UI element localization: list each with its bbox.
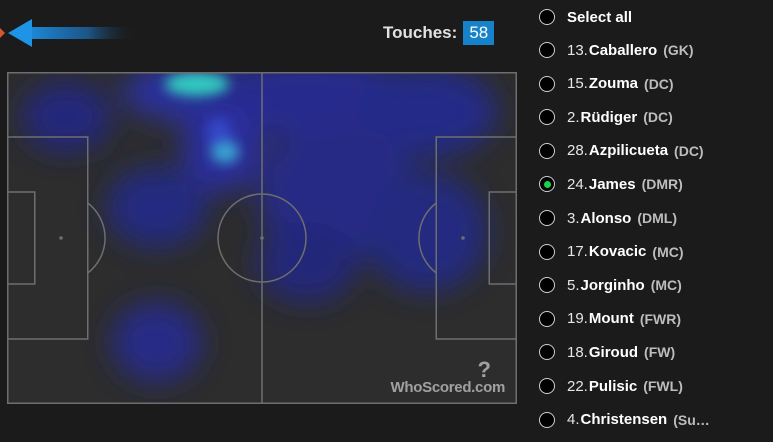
player-position: (DML): [637, 210, 678, 226]
player-name: Zouma: [588, 75, 639, 93]
select-all-option[interactable]: Select all: [530, 1, 773, 33]
heatmap-panel: Touches: 58 ? WhoScored.com: [0, 0, 520, 442]
left-arrow-icon: [0, 19, 138, 47]
touches-label: Touches:: [383, 23, 458, 42]
whoscored-watermark: ? WhoScored.com: [390, 357, 506, 397]
player-number: 24.: [567, 175, 588, 193]
player-number: 17.: [567, 243, 588, 261]
player-number: 22.: [567, 377, 588, 395]
player-position: (FWR): [639, 310, 682, 327]
player-option[interactable]: 18. Giroud (FW): [530, 336, 773, 368]
watermark-text: WhoScored.com: [390, 379, 506, 396]
player-name: Rüdiger: [580, 108, 638, 126]
player-position: (GK): [663, 42, 694, 58]
touches-value: 58: [463, 21, 495, 45]
player-position: (Su…: [673, 411, 710, 428]
radio-button[interactable]: [539, 378, 555, 394]
player-option[interactable]: 13. Caballero (GK): [530, 34, 773, 66]
player-number: 5.: [567, 276, 580, 294]
radio-button[interactable]: [539, 243, 555, 260]
radio-button[interactable]: [539, 9, 555, 25]
player-name: Azpilicueta: [588, 142, 669, 160]
player-position: (DC): [643, 109, 673, 126]
radio-button[interactable]: [539, 42, 555, 58]
player-number: 28.: [567, 142, 588, 160]
player-option[interactable]: 22. Pulisic (FWL): [530, 370, 773, 402]
player-number: 18.: [567, 343, 588, 361]
player-position: (MC): [650, 277, 682, 294]
player-position: (DMR): [641, 176, 683, 193]
select-all-label: Select all: [567, 8, 633, 26]
whoscored-logo-icon: ?: [477, 357, 491, 382]
player-option[interactable]: 2. Rüdiger (DC): [530, 101, 773, 133]
radio-button[interactable]: [539, 344, 555, 361]
radio-button[interactable]: [539, 75, 555, 92]
player-option[interactable]: 4. Christensen (Su…: [530, 404, 773, 436]
player-name: Christensen: [580, 411, 668, 429]
player-name: Jorginho: [580, 276, 645, 294]
player-number: 4.: [567, 411, 580, 429]
player-option[interactable]: 3. Alonso (DML): [530, 202, 773, 234]
player-option[interactable]: 17. Kovacic (MC): [530, 236, 773, 268]
player-position: (MC): [652, 243, 684, 260]
player-number: 15.: [567, 75, 588, 93]
player-position: (DC): [674, 142, 704, 159]
player-number: 2.: [567, 108, 580, 126]
player-number: 19.: [567, 310, 588, 328]
player-name: Giroud: [588, 343, 639, 361]
radio-button[interactable]: [539, 142, 555, 159]
player-option[interactable]: 15. Zouma (DC): [530, 68, 773, 100]
radio-button[interactable]: [539, 277, 555, 294]
touches-counter: Touches: 58: [383, 21, 495, 45]
player-option[interactable]: 19. Mount (FWR): [530, 303, 773, 335]
radio-button[interactable]: [539, 411, 555, 428]
pitch-svg: [7, 72, 517, 404]
player-number: 13.: [567, 41, 588, 59]
player-option[interactable]: 5. Jorginho (MC): [530, 269, 773, 301]
player-position: (FW): [644, 344, 676, 361]
player-name: Caballero: [588, 41, 658, 59]
player-option[interactable]: 28. Azpilicueta (DC): [530, 135, 773, 167]
player-name: Pulisic: [588, 377, 638, 395]
player-position: (FWL): [643, 378, 683, 394]
player-name: Alonso: [580, 209, 632, 227]
radio-button[interactable]: [539, 109, 555, 126]
back-button[interactable]: [0, 16, 140, 50]
player-selector: Select all 13. Caballero (GK) 15. Zouma (DC) 2…: [530, 0, 773, 442]
player-name: Kovacic: [588, 243, 647, 261]
player-position: (DC): [644, 75, 674, 92]
player-name: Mount: [588, 310, 634, 328]
player-number: 3.: [567, 209, 580, 227]
pitch-heatmap: ? WhoScored.com: [7, 72, 517, 404]
radio-button[interactable]: [539, 310, 555, 327]
player-name: James: [588, 175, 636, 193]
player-option[interactable]: 24. James (DMR): [530, 168, 773, 200]
radio-button[interactable]: [539, 210, 555, 226]
radio-button-selected[interactable]: [539, 176, 555, 193]
